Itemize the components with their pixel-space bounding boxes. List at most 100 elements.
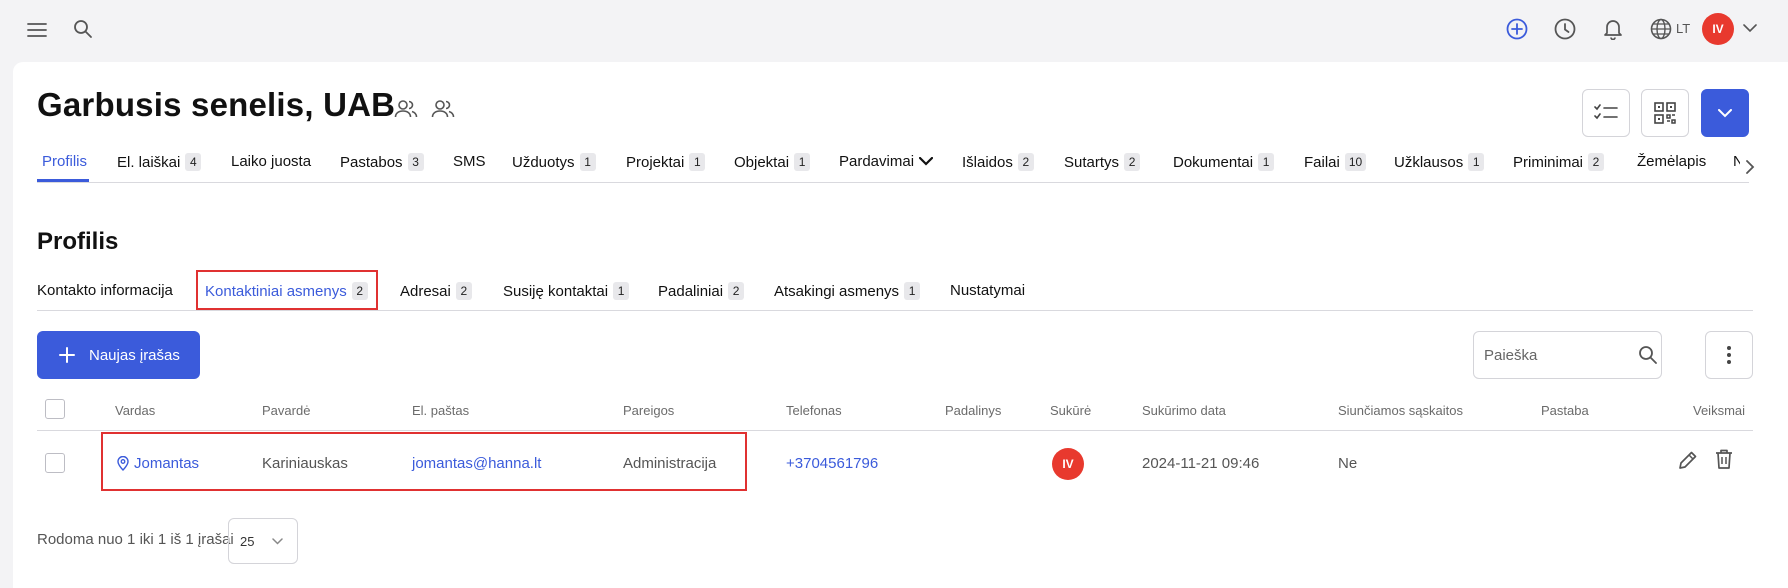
edit-icon[interactable] xyxy=(1677,449,1699,471)
qr-code-button[interactable] xyxy=(1641,89,1689,137)
tab-pastabos[interactable]: Pastabos 3 xyxy=(340,153,424,171)
chevron-down-icon xyxy=(919,157,934,166)
tab-zemelapis[interactable]: Žemėlapis xyxy=(1637,153,1706,170)
subtab-badge: 2 xyxy=(455,282,472,300)
tab-pardavimai[interactable]: Pardavimai xyxy=(839,153,934,170)
tab-badge: 2 xyxy=(1017,153,1034,171)
clock-icon[interactable] xyxy=(1552,16,1578,42)
table-header-divider xyxy=(37,430,1753,431)
subtab-label: Padaliniai xyxy=(658,282,724,300)
cell-sukurimo-data: 2024-11-21 09:46 xyxy=(1142,455,1260,472)
tab-priminimai[interactable]: Priminimai 2 xyxy=(1513,153,1605,171)
tab-failai[interactable]: Failai 10 xyxy=(1304,153,1367,171)
plus-icon xyxy=(59,347,75,363)
tab-uzduotys[interactable]: Užduotys 1 xyxy=(512,153,596,171)
tab-badge: 4 xyxy=(185,153,202,171)
column-header-sukurimo-data[interactable]: Sukūrimo data xyxy=(1142,403,1226,418)
dropdown-action-button[interactable] xyxy=(1701,89,1749,137)
tab-label: Išlaidos xyxy=(962,153,1013,171)
page-size-value: 25 xyxy=(240,533,255,549)
column-header-sukure[interactable]: Sukūrė xyxy=(1050,403,1091,418)
tab-label: Projektai xyxy=(626,153,685,171)
subtab-label: Susiję kontaktai xyxy=(503,282,609,300)
tab-profilis[interactable]: Profilis xyxy=(42,153,87,170)
tab-badge: 1 xyxy=(1468,153,1485,171)
more-options-button[interactable] xyxy=(1705,331,1753,379)
language-label[interactable]: LT xyxy=(1676,21,1690,36)
cell-telefonas-link[interactable]: +3704561796 xyxy=(786,455,878,472)
globe-icon[interactable] xyxy=(1648,16,1674,42)
new-record-button[interactable]: Naujas įrašas xyxy=(37,331,200,379)
column-header-padalinys[interactable]: Padalinys xyxy=(945,403,1001,418)
tab-label: Laiko juosta xyxy=(231,153,312,170)
column-header-pareigos[interactable]: Pareigos xyxy=(623,403,674,418)
tab-label: Priminimai xyxy=(1513,153,1584,171)
user-avatar[interactable]: IV xyxy=(1702,13,1734,45)
tab-sutartys[interactable]: Sutartys 2 xyxy=(1064,153,1141,171)
delete-icon[interactable] xyxy=(1713,448,1735,470)
tab-objektai[interactable]: Objektai 1 xyxy=(734,153,811,171)
search-box[interactable] xyxy=(1473,331,1662,379)
tab-label: Pastabos xyxy=(340,153,403,171)
more-vertical-icon xyxy=(1727,346,1731,364)
add-circle-icon[interactable] xyxy=(1504,16,1530,42)
tab-label: Žemėlapis xyxy=(1637,153,1707,170)
subtab-label: Atsakingi asmenys xyxy=(774,282,900,300)
section-title: Profilis xyxy=(37,228,119,255)
column-header-pastaba[interactable]: Pastaba xyxy=(1541,403,1589,418)
tab-laiko-juosta[interactable]: Laiko juosta xyxy=(231,153,311,170)
tab-dokumentai[interactable]: Dokumentai 1 xyxy=(1173,153,1275,171)
tab-label: Objektai xyxy=(734,153,790,171)
search-icon[interactable] xyxy=(1638,345,1658,365)
tab-islaidos[interactable]: Išlaidos 2 xyxy=(962,153,1034,171)
subtab-adresai[interactable]: Adresai 2 xyxy=(400,282,472,300)
row-checkbox[interactable] xyxy=(45,453,65,473)
tab-label: Dokumentai xyxy=(1173,153,1254,171)
column-header-telefonas[interactable]: Telefonas xyxy=(786,403,842,418)
highlight-box-row xyxy=(101,432,747,491)
subtab-badge: 1 xyxy=(613,282,630,300)
bell-icon[interactable] xyxy=(1600,16,1626,42)
tab-label: Pardavimai xyxy=(839,153,915,170)
tab-badge: 1 xyxy=(579,153,596,171)
column-header-el-pastas[interactable]: El. paštas xyxy=(412,403,469,418)
tab-badge: 10 xyxy=(1344,153,1367,171)
contacts-icon[interactable] xyxy=(393,97,419,121)
page-size-select[interactable]: 25 xyxy=(228,518,298,564)
tab-projektai[interactable]: Projektai 1 xyxy=(626,153,706,171)
chevron-down-icon[interactable] xyxy=(1740,18,1760,38)
subtab-padaliniai[interactable]: Padaliniai 2 xyxy=(658,282,745,300)
subtab-kontakto-informacija[interactable]: Kontakto informacija xyxy=(37,282,173,299)
tab-badge: 2 xyxy=(1124,153,1141,171)
column-header-pavarde[interactable]: Pavardė xyxy=(262,403,310,418)
tabs-scroll-right-icon[interactable] xyxy=(1740,156,1760,178)
checklist-icon xyxy=(1594,104,1618,120)
chevron-down-icon xyxy=(272,537,284,545)
new-record-label: Naujas įrašas xyxy=(89,346,180,364)
chevron-down-icon xyxy=(1718,108,1732,117)
checklist-button[interactable] xyxy=(1582,89,1630,137)
subtab-badge: 2 xyxy=(728,282,745,300)
tab-el-laiskai[interactable]: El. laiškai 4 xyxy=(117,153,202,171)
tab-sms[interactable]: SMS xyxy=(453,153,486,170)
group-icon[interactable] xyxy=(430,97,456,121)
tab-label: Failai xyxy=(1304,153,1340,171)
top-bar: LT IV xyxy=(0,0,1788,60)
column-header-vardas[interactable]: Vardas xyxy=(115,403,155,418)
subtab-susije-kontaktai[interactable]: Susiję kontaktai 1 xyxy=(503,282,630,300)
menu-icon[interactable] xyxy=(24,17,50,43)
qr-code-icon xyxy=(1654,102,1676,124)
subtab-label: Kontakto informacija xyxy=(37,282,173,299)
column-header-siunciamos-saskaitos[interactable]: Siunčiamos sąskaitos xyxy=(1338,403,1463,418)
search-icon[interactable] xyxy=(70,16,96,42)
search-input[interactable] xyxy=(1484,346,1624,364)
tab-badge: 3 xyxy=(407,153,424,171)
tab-badge: 1 xyxy=(1258,153,1275,171)
active-tab-indicator xyxy=(37,179,89,182)
subtab-atsakingi-asmenys[interactable]: Atsakingi asmenys 1 xyxy=(774,282,921,300)
subtab-nustatymai[interactable]: Nustatymai xyxy=(950,282,1025,299)
tab-badge: 1 xyxy=(794,153,811,171)
creator-avatar: IV xyxy=(1052,448,1084,480)
select-all-checkbox[interactable] xyxy=(45,399,65,419)
tab-uzklausos[interactable]: Užklausos 1 xyxy=(1394,153,1485,171)
